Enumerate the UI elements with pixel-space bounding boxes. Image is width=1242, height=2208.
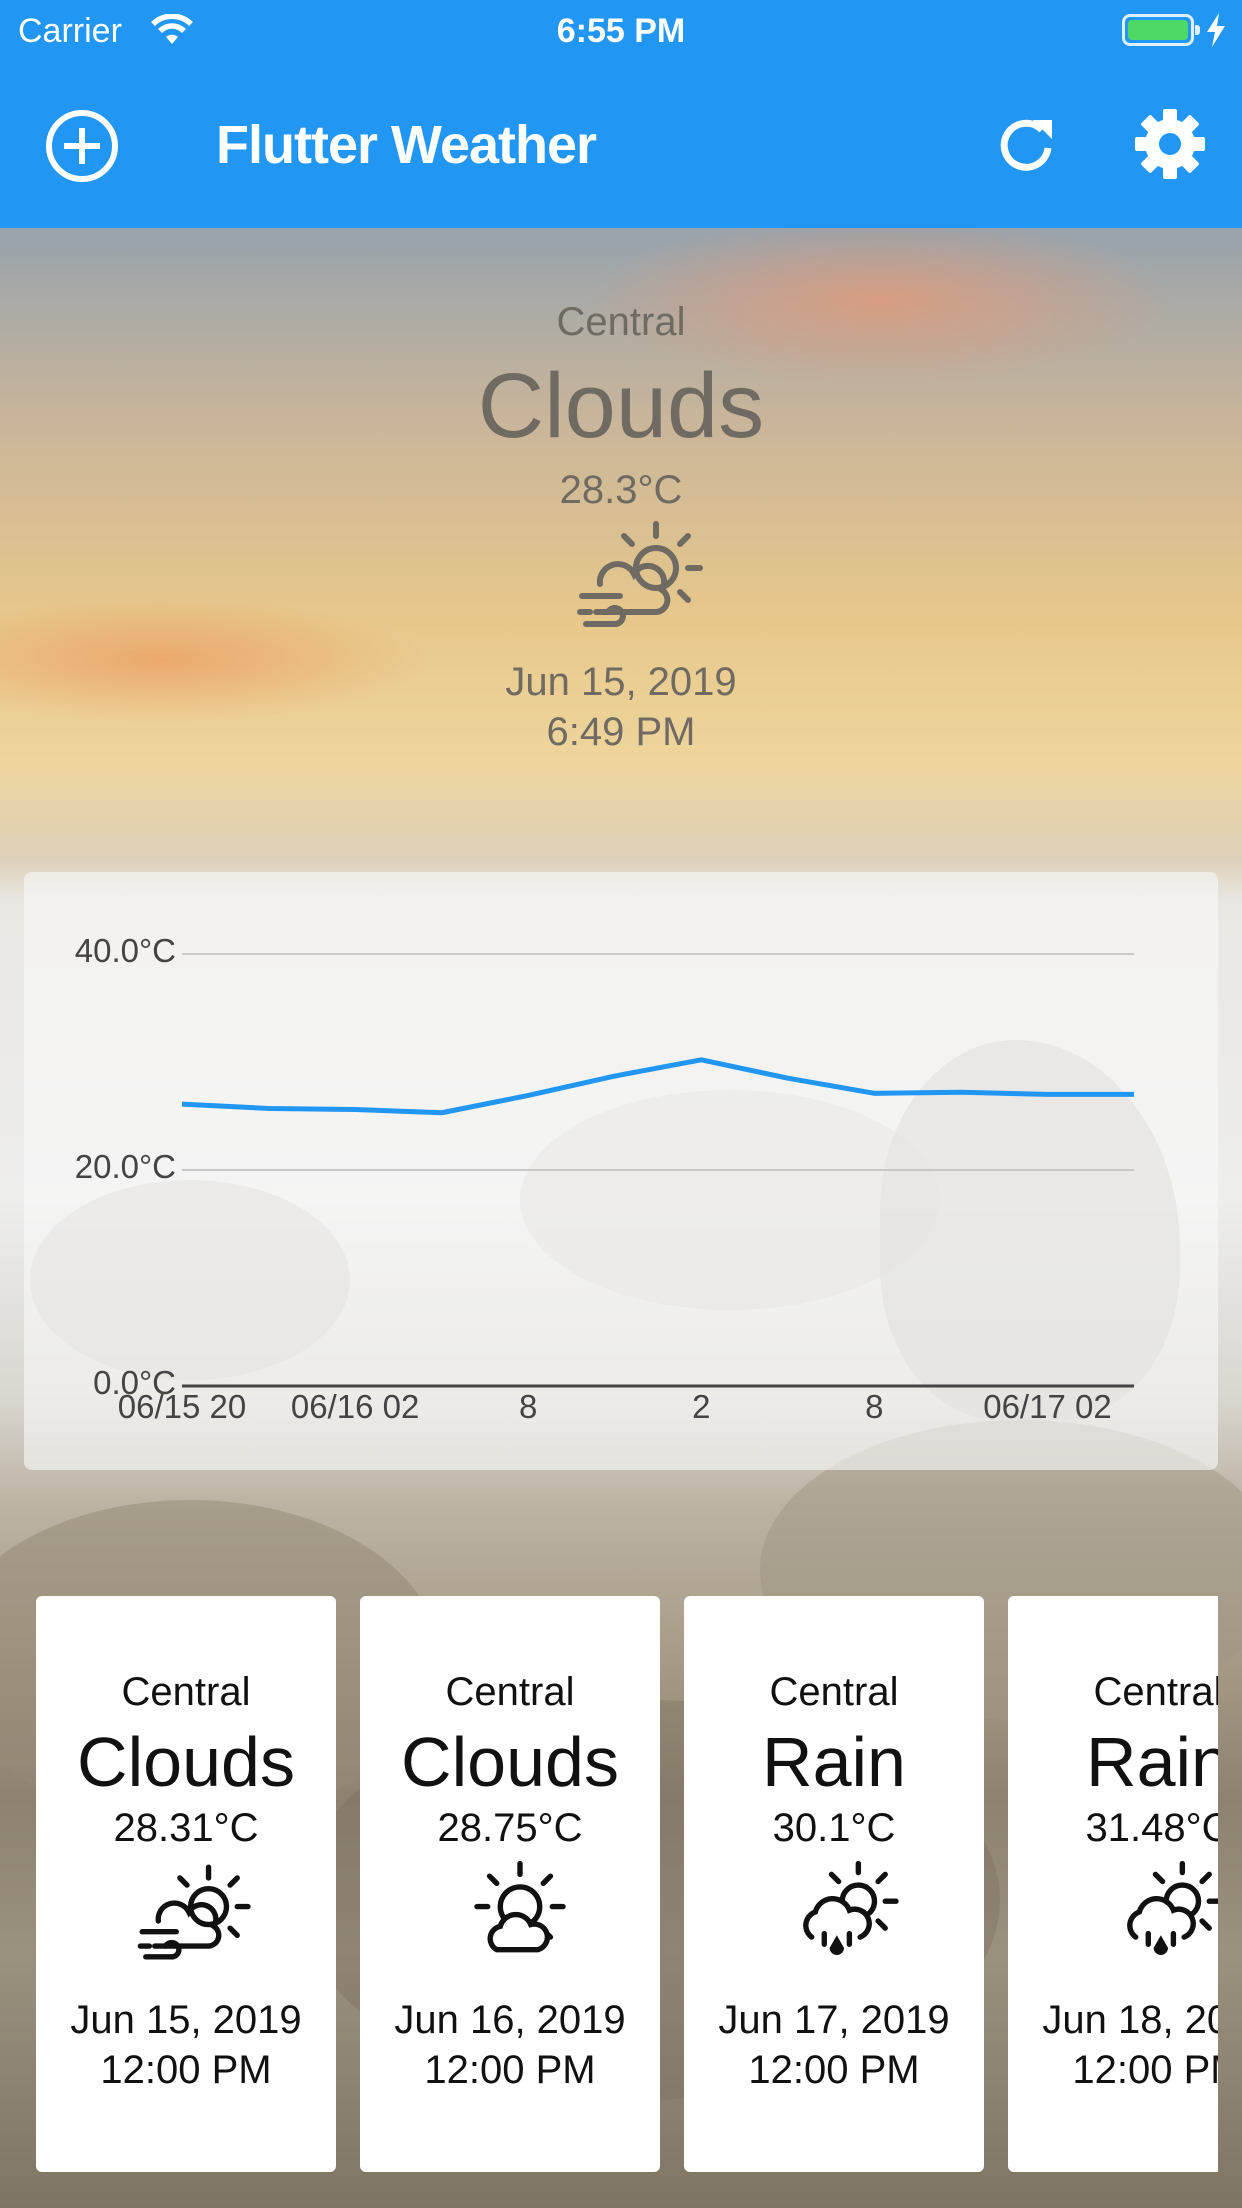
charging-bolt-icon: [1207, 13, 1225, 47]
forecast-card[interactable]: Central Clouds 28.75°C Jun 16, 2019 12:0…: [360, 1596, 660, 2172]
forecast-city: Central: [769, 1670, 899, 1714]
forecast-card[interactable]: Central Rain 30.1°C Jun 17, 2019 12:00 P…: [684, 1596, 984, 2172]
current-condition: Clouds: [477, 355, 765, 457]
forecast-time: 12:00 PM: [424, 2048, 596, 2092]
sun-rain-cloud-icon: [1127, 1860, 1218, 1956]
status-time: 6:55 PM: [556, 12, 686, 50]
forecast-temperature: 28.75°C: [437, 1806, 583, 1850]
battery-icon: [1122, 14, 1200, 46]
chart-x-tick-label: 06/16 02: [290, 1388, 420, 1425]
forecast-date: Jun 16, 2019: [394, 1998, 626, 2042]
forecast-city: Central: [121, 1670, 251, 1714]
top-bar: Carrier 6:55 PM Flutter Weather: [0, 0, 1242, 228]
sun-behind-cloud-icon: [474, 1860, 566, 1953]
app-title: Flutter Weather: [216, 115, 597, 175]
refresh-button[interactable]: [996, 114, 1058, 176]
forecast-card[interactable]: Central Rain 31.48°C Jun 18, 2019 12:00 …: [1008, 1596, 1218, 2172]
chart-x-tick-label: 06/17 02: [983, 1388, 1112, 1425]
forecast-condition: Clouds: [401, 1723, 619, 1801]
temperature-chart-card: 0.0°C 20.0°C 40.0°C 06/15 20 06/16 02 8 2 8 06/…: [24, 872, 1218, 1470]
settings-button[interactable]: [1134, 108, 1206, 180]
current-city: Central: [556, 300, 686, 344]
partly-cloudy-windy-icon: [577, 521, 703, 628]
add-city-button[interactable]: [44, 108, 120, 184]
forecast-date: Jun 18, 2019: [1042, 1998, 1218, 2042]
chart-y-tick-label: 20.0°C: [74, 1148, 176, 1185]
forecast-time: 12:00 PM: [100, 2048, 272, 2092]
forecast-city: Central: [445, 1670, 575, 1714]
forecast-condition: Clouds: [77, 1723, 295, 1801]
forecast-time: 12:00 PM: [748, 2048, 920, 2092]
status-bar: Carrier 6:55 PM: [0, 0, 1242, 62]
forecast-time: 12:00 PM: [1072, 2048, 1218, 2092]
sun-rain-cloud-icon: [803, 1860, 899, 1956]
forecast-city: Central: [1093, 1670, 1218, 1714]
forecast-condition: Rain: [1086, 1723, 1218, 1801]
partly-cloudy-windy-icon: [137, 1864, 251, 1960]
forecast-condition: Rain: [762, 1723, 906, 1801]
temperature-chart: [181, 953, 1134, 1388]
chart-x-tick-label: 06/15 20: [117, 1388, 247, 1425]
chart-x-tick-label: 8: [865, 1388, 884, 1425]
current-time: 6:49 PM: [546, 710, 696, 754]
app-bar: Flutter Weather: [0, 62, 1242, 228]
current-temperature: 28.3°C: [559, 468, 683, 512]
forecast-temperature: 30.1°C: [772, 1806, 896, 1850]
chart-x-tick-label: 2: [692, 1388, 711, 1425]
forecast-date: Jun 15, 2019: [70, 1998, 302, 2042]
temperature-series-line: [181, 1057, 1134, 1116]
forecast-card[interactable]: Central Clouds 28.31°C Jun 15, 2019 12:0…: [36, 1596, 336, 2172]
forecast-temperature: 31.48°C: [1085, 1806, 1219, 1850]
chart-x-tick-label: 8: [518, 1388, 538, 1425]
current-date: Jun 15, 2019: [505, 660, 737, 704]
chart-y-tick-label: 40.0°C: [74, 932, 176, 969]
forecast-date: Jun 17, 2019: [718, 1998, 950, 2042]
forecast-temperature: 28.31°C: [113, 1806, 259, 1850]
forecast-list[interactable]: Central Clouds 28.31°C Jun 15, 2019 12:0…: [36, 1596, 1218, 2172]
